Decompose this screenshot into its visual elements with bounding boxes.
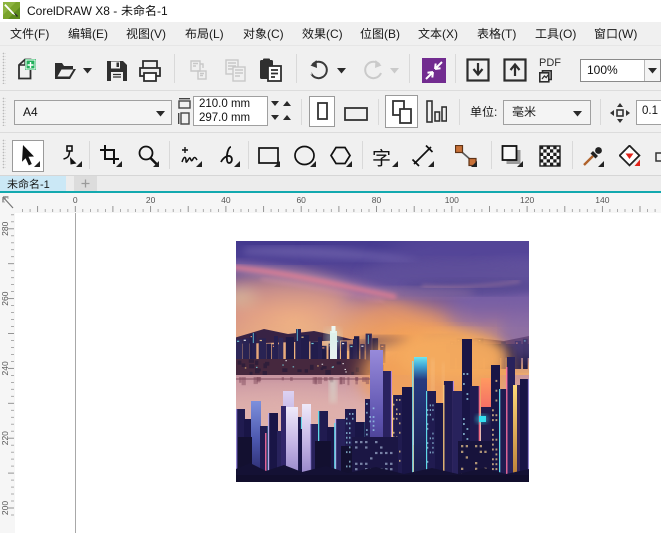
svg-text:240: 240 — [0, 361, 10, 375]
svg-text:(T): (T) — [501, 27, 516, 41]
svg-text:-1: -1 — [40, 179, 50, 191]
svg-text::: : — [494, 105, 497, 119]
svg-text:40: 40 — [221, 195, 231, 205]
svg-text:80: 80 — [372, 195, 382, 205]
svg-text:PDF: PDF — [539, 57, 561, 69]
svg-text:(C): (C) — [267, 27, 284, 41]
svg-text:280: 280 — [0, 221, 10, 235]
svg-text:0: 0 — [73, 195, 78, 205]
svg-text:200: 200 — [0, 501, 10, 515]
svg-text:(O): (O) — [559, 27, 576, 41]
svg-text:(V): (V) — [150, 27, 166, 41]
svg-text:140: 140 — [595, 195, 609, 205]
svg-text:(E): (E) — [92, 27, 108, 41]
svg-text:20: 20 — [146, 195, 156, 205]
svg-text:(C): (C) — [326, 27, 343, 41]
svg-text:-1: -1 — [157, 4, 168, 18]
svg-text:CorelDRAW X8 -: CorelDRAW X8 - — [27, 4, 117, 18]
svg-text:(X): (X) — [442, 27, 458, 41]
svg-text:100: 100 — [445, 195, 459, 205]
svg-text:(W): (W) — [618, 27, 637, 41]
svg-text:260: 260 — [0, 291, 10, 305]
svg-text:220: 220 — [0, 431, 10, 445]
svg-text:60: 60 — [296, 195, 306, 205]
svg-text:120: 120 — [520, 195, 534, 205]
svg-text:(F): (F) — [34, 27, 49, 41]
svg-text:(L): (L) — [209, 27, 224, 41]
svg-text:(B): (B) — [384, 27, 400, 41]
